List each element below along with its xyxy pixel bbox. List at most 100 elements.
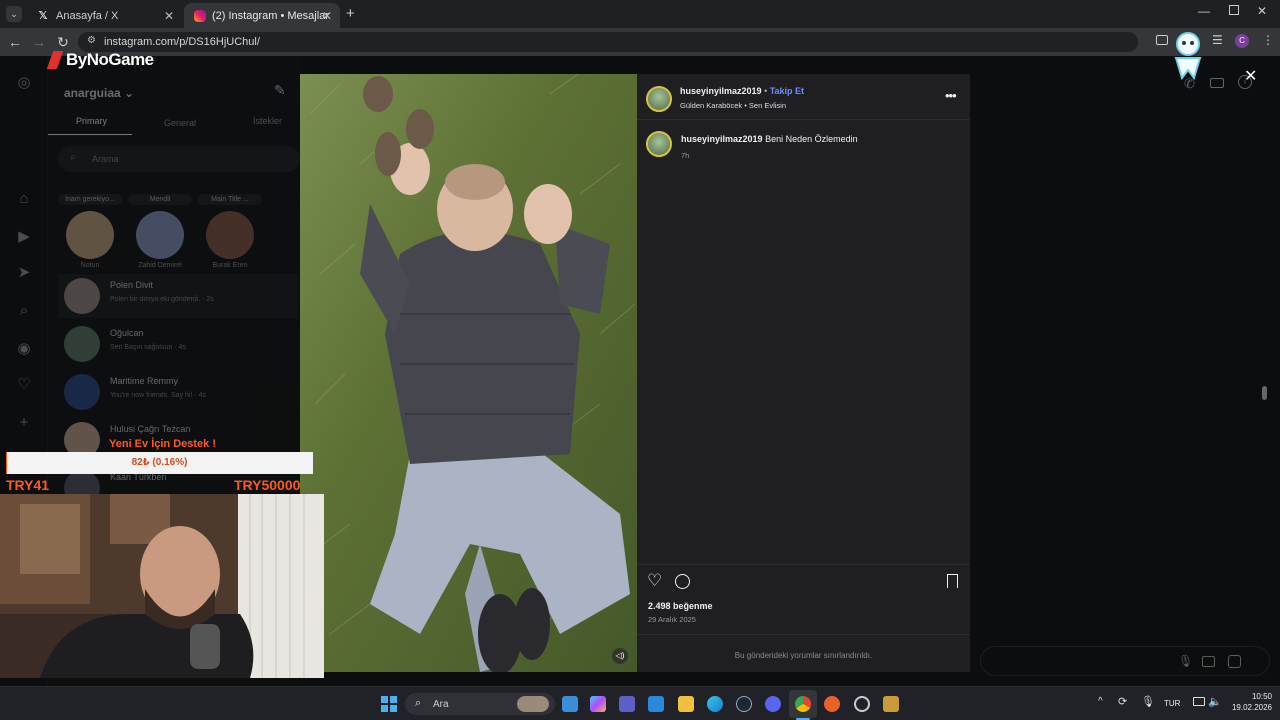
input-language[interactable]: TUR	[1164, 699, 1180, 708]
webcam-feed	[0, 494, 324, 678]
sticker-icon[interactable]	[1228, 655, 1241, 668]
task-view-icon[interactable]	[562, 696, 578, 712]
list-item[interactable]: Maritime Remmy You're now friends. Say h…	[58, 370, 298, 414]
story-note[interactable]: İnam gerekiyo... Notun	[58, 194, 122, 269]
create-icon[interactable]: +	[15, 414, 33, 432]
account-switcher[interactable]: anarguiaa ⌄	[64, 86, 134, 100]
tab-general[interactable]: General	[164, 118, 196, 128]
settings-app-icon[interactable]	[854, 696, 870, 712]
comment-icon[interactable]	[675, 574, 690, 589]
video-call-icon[interactable]	[1210, 78, 1224, 88]
post-date: 29 Aralık 2025	[648, 615, 696, 624]
clock-date: 19.02.2026	[1231, 703, 1272, 712]
clock-time: 10:50	[1251, 692, 1272, 701]
close-window-button[interactable]: ✕	[1257, 4, 1267, 18]
search-icon: ⌕	[70, 152, 76, 163]
divider	[637, 564, 970, 565]
maximize-button[interactable]	[1229, 5, 1239, 15]
conversation-name: Polen Divit	[110, 280, 154, 290]
browser-tab-strip: ⌄ 𝕏 Anasayfa / X ✕ (2) Instagram • Mesaj…	[0, 0, 1280, 28]
steam-icon[interactable]	[736, 696, 752, 712]
explore-icon[interactable]: ◉	[15, 340, 33, 358]
save-icon[interactable]	[947, 574, 958, 588]
taskbar-search-input[interactable]: ⌕ Ara	[405, 693, 555, 715]
teams-icon[interactable]	[619, 696, 635, 712]
microphone-app-icon[interactable]	[824, 696, 840, 712]
search-icon[interactable]: ⌕	[15, 302, 33, 320]
store-icon[interactable]	[648, 696, 664, 712]
follow-button[interactable]: Takip Et	[770, 86, 804, 96]
like-icon[interactable]: ♡	[647, 571, 662, 591]
list-item[interactable]: Polen Divit Polen bir dosya eki gönderdi…	[58, 274, 298, 318]
minimize-button[interactable]: —	[1198, 4, 1210, 18]
brand-text: ByNoGame	[66, 50, 154, 69]
game-app-icon[interactable]	[883, 696, 899, 712]
file-explorer-icon[interactable]	[678, 696, 694, 712]
close-icon[interactable]: ✕	[322, 9, 332, 23]
conversation-preview: You're now friends. Say hi! · 4s	[110, 392, 207, 399]
avatar	[206, 211, 254, 259]
caption: huseyinyilmaz2019 Beni Neden Özlemedin	[681, 134, 858, 144]
mute-icon[interactable]: ◁)	[612, 648, 628, 664]
avatar	[64, 326, 100, 362]
tray-sync-icon[interactable]: ⟳	[1118, 695, 1127, 708]
start-button[interactable]	[381, 696, 397, 712]
forward-button[interactable]: →	[31, 34, 47, 50]
copilot-icon[interactable]	[590, 696, 606, 712]
tray-chevron-icon[interactable]: ^	[1098, 696, 1103, 707]
donation-max: TRY50000	[234, 477, 301, 493]
compose-icon[interactable]: ✎	[274, 82, 286, 99]
donation-progress-fill	[6, 452, 7, 474]
post-audio[interactable]: Gülden Karaböcek • Sen Evlisin	[680, 101, 786, 110]
discord-icon[interactable]	[765, 696, 781, 712]
close-modal-button[interactable]: ✕	[1244, 66, 1257, 86]
image-icon[interactable]	[1202, 656, 1215, 667]
search-highlight-icon	[517, 696, 549, 712]
caption-username[interactable]: huseyinyilmaz2019	[681, 134, 763, 144]
story-name: Notun	[80, 262, 100, 269]
volume-icon[interactable]: 🔈	[1208, 695, 1222, 708]
story-note[interactable]: Main Title ... Burak Eren	[198, 194, 262, 269]
tab-requests[interactable]: İstekler	[253, 116, 282, 126]
list-item[interactable]: Oğulcan Sen Başın sağolsun · 4s	[58, 322, 298, 366]
microphone-icon[interactable]: 🎙	[1178, 654, 1193, 668]
story-name: Burak Eren	[212, 262, 248, 269]
edge-icon[interactable]	[707, 696, 723, 712]
messages-icon[interactable]: ➤	[15, 264, 33, 282]
clock[interactable]: 10:50 19.02.2026	[1226, 691, 1272, 713]
browser-menu-icon[interactable]: ⋮	[1262, 33, 1274, 47]
more-options-icon[interactable]: •••	[945, 88, 957, 103]
url-input[interactable]: ⚙ instagram.com/p/DS16HjUChul/	[78, 32, 1138, 52]
avatar[interactable]	[646, 86, 672, 112]
heart-icon[interactable]: ♡	[15, 376, 33, 394]
tab-search-button[interactable]: ⌄	[6, 6, 22, 22]
tab-instagram-messages[interactable]: (2) Instagram • Mesajlar ✕	[184, 3, 340, 28]
home-icon[interactable]: ⌂	[15, 190, 33, 208]
avatar[interactable]	[646, 131, 672, 157]
post-header: huseyinyilmaz2019 • Takip Et	[680, 86, 804, 96]
tab-primary[interactable]: Primary	[76, 116, 107, 126]
scrollbar[interactable]	[1262, 386, 1267, 400]
close-icon[interactable]: ✕	[164, 9, 174, 23]
media-control-icon[interactable]: ☰	[1212, 33, 1223, 47]
back-button[interactable]: ←	[7, 34, 23, 50]
network-icon[interactable]	[1193, 697, 1205, 706]
story-bubble: Main Title ...	[198, 194, 262, 205]
message-input[interactable]	[980, 646, 1270, 676]
new-tab-button[interactable]: +	[346, 5, 355, 22]
instagram-logo-icon[interactable]: ◎	[15, 74, 33, 92]
story-note[interactable]: Mendil Zahid Demirel	[128, 194, 192, 269]
like-count[interactable]: 2.498 beğenme	[648, 601, 713, 611]
profile-avatar[interactable]: C	[1235, 34, 1249, 48]
conversation-preview: Polen bir dosya eki gönderdi. · 2s	[110, 296, 214, 303]
tray-mic-icon[interactable]: 🎙	[1141, 695, 1155, 708]
site-info-icon[interactable]: ⚙	[87, 35, 96, 46]
post-username[interactable]: huseyinyilmaz2019	[680, 86, 762, 96]
reels-icon[interactable]: ▶	[15, 228, 33, 246]
chrome-icon[interactable]	[795, 696, 811, 712]
cast-icon[interactable]	[1156, 35, 1168, 45]
post-video[interactable]: ◁)	[300, 74, 637, 672]
tab-x-home[interactable]: 𝕏 Anasayfa / X ✕	[26, 3, 182, 28]
search-input[interactable]: ⌕ Arama	[58, 146, 300, 172]
mascot-logo-icon	[1168, 30, 1208, 81]
